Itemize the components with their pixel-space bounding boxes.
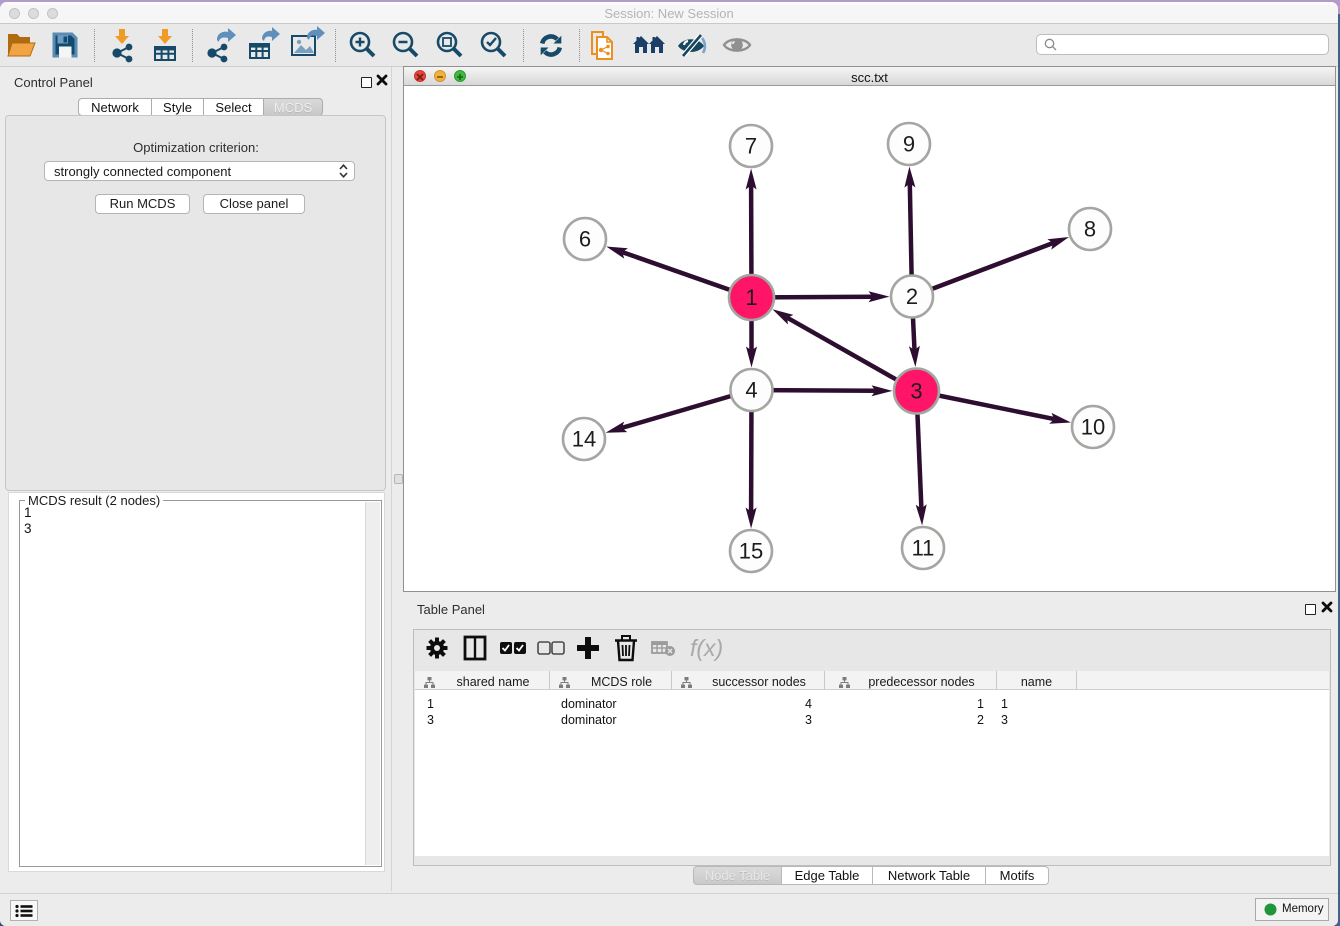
svg-text:14: 14 — [572, 427, 596, 452]
svg-text:f(x): f(x) — [690, 635, 723, 661]
svg-text:15: 15 — [739, 539, 763, 564]
svg-text:9: 9 — [903, 132, 915, 157]
svg-text:8: 8 — [1084, 217, 1096, 242]
svg-text:4: 4 — [745, 378, 757, 403]
svg-text:7: 7 — [745, 134, 757, 159]
svg-text:10: 10 — [1081, 415, 1105, 440]
svg-text:11: 11 — [912, 536, 935, 561]
svg-text:2: 2 — [906, 284, 918, 309]
svg-text:3: 3 — [910, 379, 922, 404]
svg-text:1: 1 — [745, 285, 757, 310]
svg-text:6: 6 — [579, 227, 591, 252]
